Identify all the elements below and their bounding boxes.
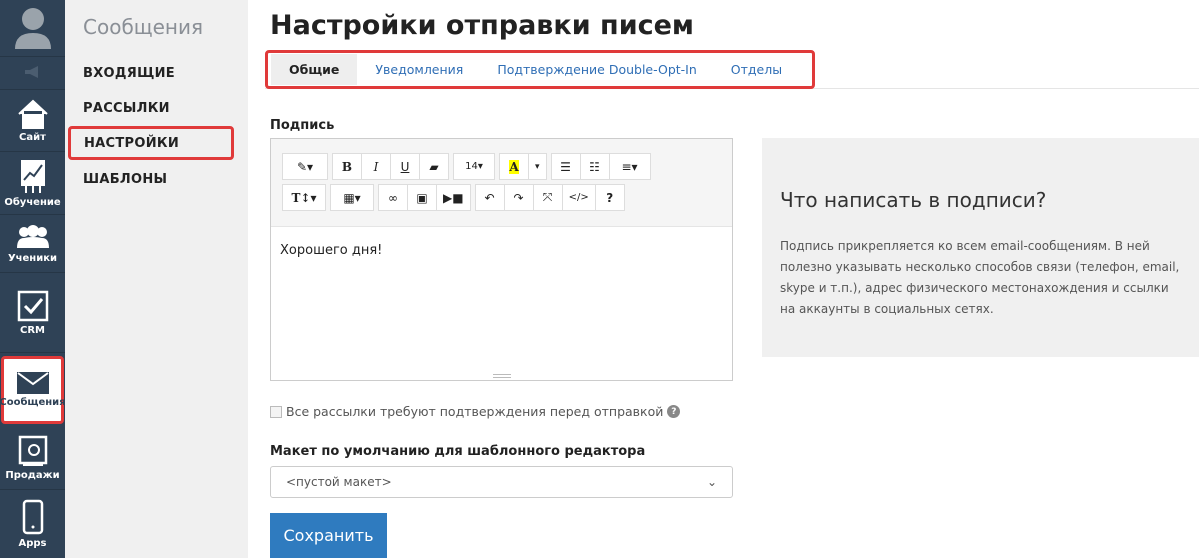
nav-avatar[interactable] [0, 0, 65, 57]
eraser-icon[interactable]: ▰ [419, 153, 449, 180]
messages-subnav: Сообщения ВХОДЯЩИЕ РАССЫЛКИ НАСТРОЙКИ ША… [65, 0, 248, 558]
undo-icon[interactable]: ↶ [474, 184, 505, 211]
subnav-mailings[interactable]: РАССЫЛКИ [83, 101, 170, 116]
tab-general[interactable]: Общие [271, 54, 358, 85]
chart-board-icon [20, 160, 45, 193]
nav-messages[interactable]: Сообщения [0, 356, 66, 424]
signature-editor: ✎▾ B I U ▰ 14 ▾ A ▾ ☰ ☷ ≡▾ T↕▾ ▦▾ ∞ ▣ ▶■… [270, 138, 733, 381]
settings-tabs: Общие Уведомления Подтверждение Double-O… [265, 50, 815, 89]
phone-icon [22, 499, 43, 535]
video-icon[interactable]: ▶■ [436, 184, 471, 211]
align-dropdown-icon[interactable]: ≡▾ [608, 153, 651, 180]
font-size-value: 14 [465, 161, 478, 172]
subnav-settings[interactable]: НАСТРОЙКИ [68, 126, 234, 160]
nav-apps[interactable]: Apps [0, 490, 65, 558]
text-color-button[interactable]: A [499, 153, 529, 180]
safe-icon [18, 435, 47, 466]
redo-icon[interactable]: ↷ [503, 184, 534, 211]
code-view-icon[interactable]: </> [561, 184, 596, 211]
subnav-title: Сообщения [83, 15, 204, 39]
nav-students[interactable]: Ученики [0, 215, 65, 273]
help-text: Подпись прикрепляется ко всем email-сооб… [780, 239, 1180, 316]
italic-button[interactable]: I [361, 153, 391, 180]
signature-help-panel: Что написать в подписи? Подпись прикрепл… [762, 138, 1199, 357]
tab-double-opt-in[interactable]: Подтверждение Double-Opt-In [481, 54, 712, 85]
font-size-dropdown[interactable]: 14 ▾ [453, 153, 495, 180]
color-dropdown-icon[interactable]: ▾ [528, 153, 547, 180]
numbered-list-icon[interactable]: ☷ [579, 153, 610, 180]
bold-button[interactable]: B [332, 153, 362, 180]
confirm-checkbox[interactable] [270, 405, 282, 418]
nav-label: CRM [20, 324, 45, 336]
fullscreen-icon[interactable]: ⤧ [532, 184, 563, 211]
confirm-label[interactable]: Все рассылки требуют подтверждения перед… [286, 404, 663, 419]
save-button[interactable]: Сохранить [270, 513, 387, 558]
subnav-inbox[interactable]: ВХОДЯЩИЕ [83, 66, 175, 81]
nav-label: Продажи [5, 469, 60, 481]
users-icon [16, 224, 49, 248]
nav-label: Ученики [7, 252, 58, 264]
envelope-icon [16, 372, 49, 394]
resize-handle[interactable] [493, 374, 511, 378]
nav-sales[interactable]: Продажи [0, 426, 65, 490]
nav-label: Сообщения [0, 397, 66, 408]
nav-crm[interactable]: CRM [0, 273, 65, 353]
editor-toolbar: ✎▾ B I U ▰ 14 ▾ A ▾ ☰ ☷ ≡▾ T↕▾ ▦▾ ∞ ▣ ▶■… [271, 139, 732, 227]
chevron-down-icon: ⌄ [706, 475, 717, 489]
home-icon [17, 99, 48, 129]
layout-value: <пустой макет> [286, 475, 392, 489]
underline-button[interactable]: U [390, 153, 420, 180]
tab-notifications[interactable]: Уведомления [359, 54, 479, 85]
nav-label: Apps [18, 538, 47, 549]
subnav-templates[interactable]: ШАБЛОНЫ [83, 172, 167, 187]
main-nav: Сайт Обучение Ученики CRM Сообщения Прод… [0, 0, 66, 558]
signature-label: Подпись [270, 118, 335, 133]
editor-content[interactable]: Хорошего дня! [271, 227, 732, 274]
user-avatar-icon [14, 7, 51, 49]
help-title: Что написать в подписи? [780, 188, 1047, 212]
style-wand-icon[interactable]: ✎▾ [282, 153, 328, 180]
checkbox-icon [17, 290, 48, 321]
link-icon[interactable]: ∞ [378, 184, 408, 211]
nav-learning[interactable]: Обучение [0, 152, 65, 215]
nav-label: Обучение [4, 197, 61, 208]
line-height-icon[interactable]: T↕▾ [282, 184, 326, 211]
page-title: Настройки отправки писем [270, 10, 694, 41]
nav-label: Сайт [19, 131, 46, 143]
confirm-option: Все рассылки требуют подтверждения перед… [270, 404, 681, 419]
tab-departments[interactable]: Отделы [715, 54, 798, 85]
layout-select[interactable]: <пустой макет> ⌄ [270, 466, 733, 498]
nav-site[interactable]: Сайт [0, 90, 65, 152]
table-icon[interactable]: ▦▾ [330, 184, 374, 211]
nav-announcements[interactable] [0, 57, 65, 90]
bullet-list-icon[interactable]: ☰ [550, 153, 581, 180]
layout-label: Макет по умолчанию для шаблонного редакт… [270, 444, 646, 459]
question-icon[interactable]: ? [667, 405, 681, 418]
megaphone-icon [24, 65, 38, 78]
image-icon[interactable]: ▣ [407, 184, 437, 211]
help-icon[interactable]: ? [594, 184, 625, 211]
